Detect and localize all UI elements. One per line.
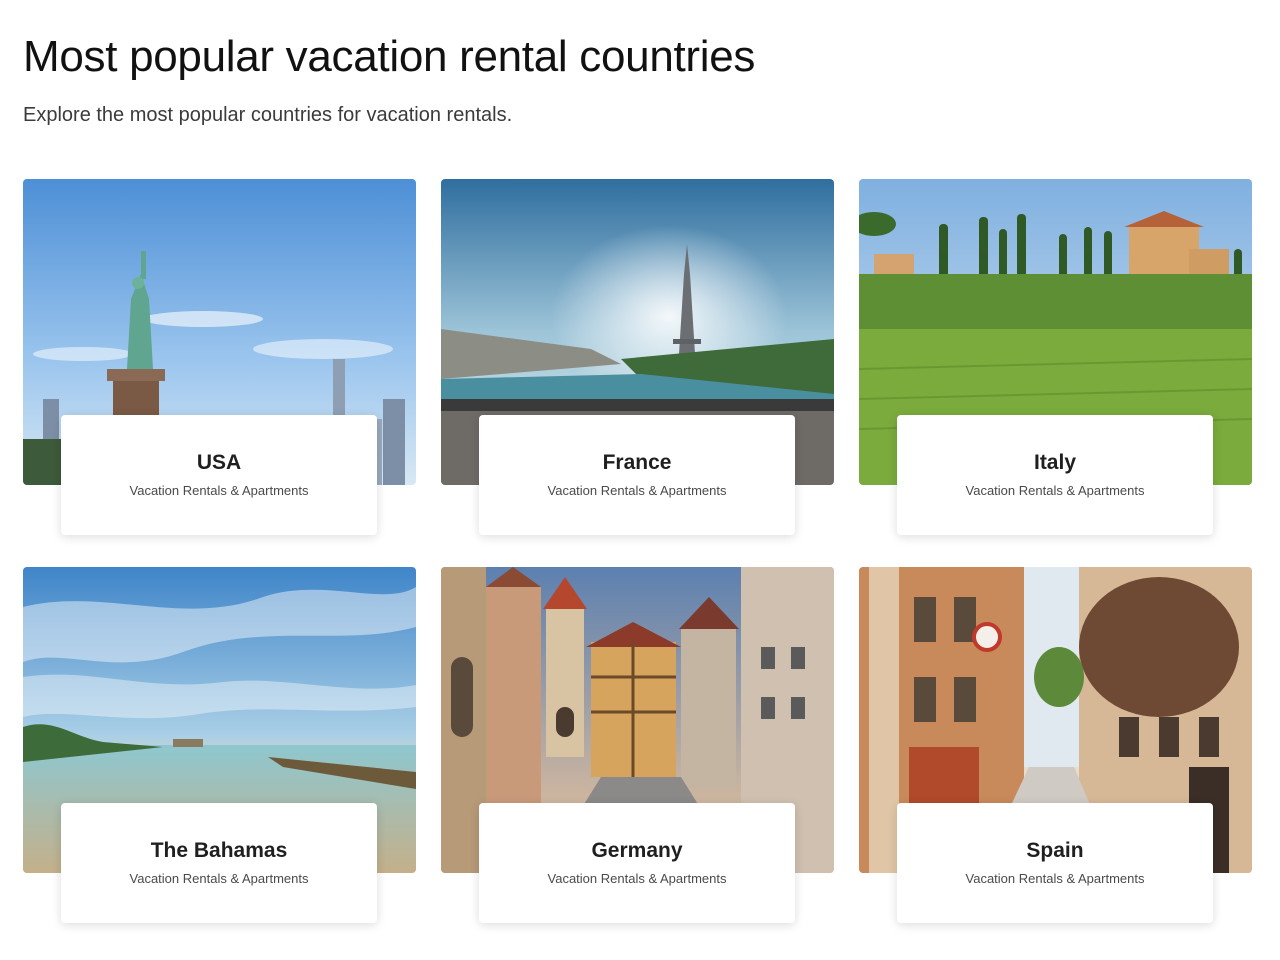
country-description: Vacation Rentals & Apartments: [547, 871, 727, 886]
country-label-box[interactable]: USA Vacation Rentals & Apartments: [61, 415, 377, 535]
country-description: Vacation Rentals & Apartments: [965, 483, 1145, 498]
country-name: Germany: [591, 839, 683, 862]
country-label-box[interactable]: France Vacation Rentals & Apartments: [479, 415, 795, 535]
country-label-box[interactable]: Spain Vacation Rentals & Apartments: [897, 803, 1213, 923]
country-card-spain[interactable]: Spain Vacation Rentals & Apartments: [859, 567, 1252, 929]
country-card-italy[interactable]: Italy Vacation Rentals & Apartments: [859, 179, 1252, 541]
country-card-the-bahamas[interactable]: The Bahamas Vacation Rentals & Apartment…: [23, 567, 416, 929]
country-name: Spain: [1026, 839, 1084, 862]
country-description: Vacation Rentals & Apartments: [129, 483, 309, 498]
page: Most popular vacation rental countries E…: [0, 0, 1280, 960]
country-description: Vacation Rentals & Apartments: [965, 871, 1145, 886]
country-name: USA: [196, 451, 242, 474]
country-name: Italy: [1033, 451, 1077, 474]
country-card-france[interactable]: France Vacation Rentals & Apartments: [441, 179, 834, 541]
country-label-box[interactable]: Italy Vacation Rentals & Apartments: [897, 415, 1213, 535]
country-label-box[interactable]: The Bahamas Vacation Rentals & Apartment…: [61, 803, 377, 923]
country-card-germany[interactable]: Germany Vacation Rentals & Apartments: [441, 567, 834, 929]
country-description: Vacation Rentals & Apartments: [547, 483, 727, 498]
page-title: Most popular vacation rental countries: [23, 32, 756, 81]
country-name: The Bahamas: [150, 839, 288, 862]
country-card-usa[interactable]: USA Vacation Rentals & Apartments: [23, 179, 416, 541]
page-subtitle: Explore the most popular countries for v…: [23, 104, 513, 126]
country-description: Vacation Rentals & Apartments: [129, 871, 309, 886]
country-label-box[interactable]: Germany Vacation Rentals & Apartments: [479, 803, 795, 923]
country-name: France: [602, 451, 672, 474]
